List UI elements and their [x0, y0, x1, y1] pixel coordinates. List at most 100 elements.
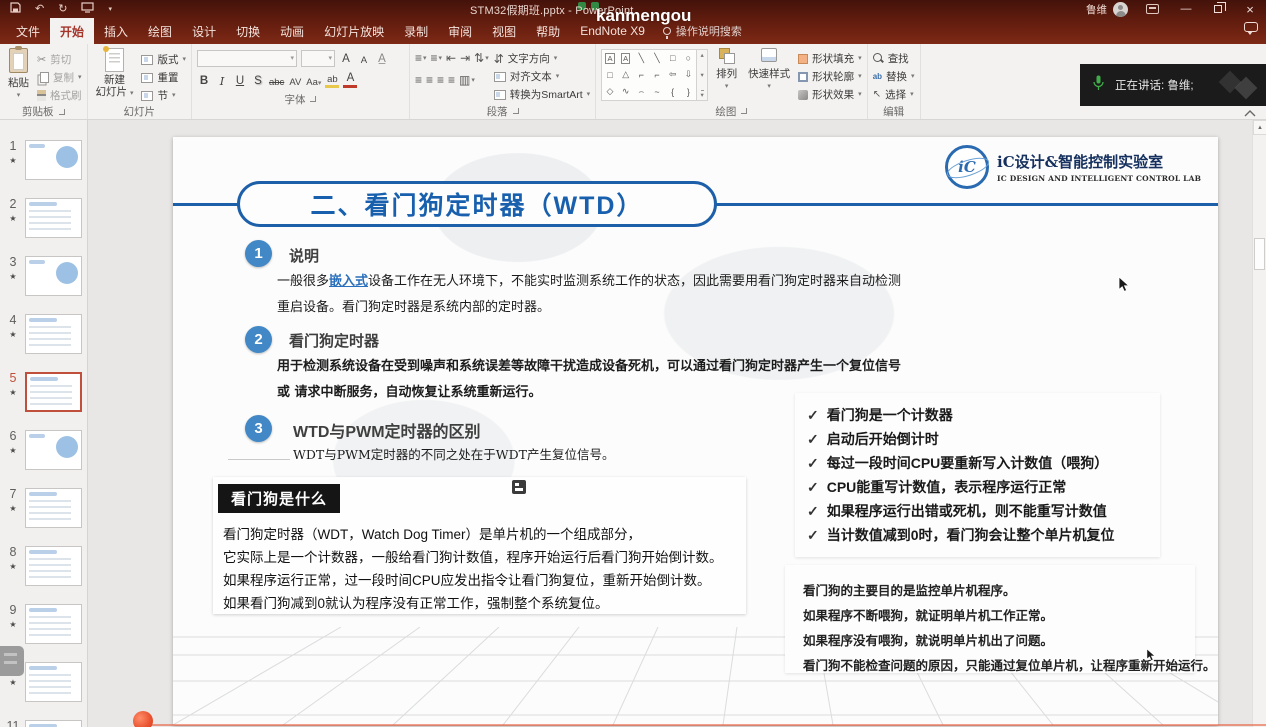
close-button[interactable]: ×	[1234, 0, 1266, 18]
arrange-button[interactable]: 排列 ▾	[713, 47, 740, 103]
format-painter-button[interactable]: 格式刷	[37, 87, 82, 104]
gallery-up-icon[interactable]: ▴	[701, 51, 704, 59]
tab-view[interactable]: 视图	[482, 18, 526, 44]
thumbnail-item-7[interactable]: 7★	[0, 479, 87, 537]
grow-font-button[interactable]: A	[339, 50, 353, 66]
hyperlink-embedded[interactable]: 嵌入式	[329, 274, 368, 289]
qat-customize-icon[interactable]: ▾	[108, 6, 112, 13]
tab-help[interactable]: 帮助	[526, 18, 570, 44]
align-right-icon[interactable]: ≡	[437, 73, 444, 87]
character-spacing-button[interactable]: AV	[288, 72, 302, 88]
clear-formatting-button[interactable]: A̲	[375, 50, 389, 66]
redo-icon[interactable]: ↻	[58, 4, 67, 15]
shape-outline-button[interactable]: 形状轮廓▾	[798, 68, 862, 85]
tab-insert[interactable]: 插入	[94, 18, 138, 44]
justify-icon[interactable]: ≡	[448, 73, 455, 87]
tab-transitions[interactable]: 切换	[226, 18, 270, 44]
right-brace-shape-icon[interactable]: }	[687, 87, 690, 97]
line-arrow-shape-icon[interactable]: ╲	[654, 53, 659, 64]
elbow-connector-icon[interactable]: ⌐	[639, 70, 644, 80]
slide-thumbnail[interactable]	[25, 256, 82, 296]
freeform-shape-icon[interactable]: ◇	[607, 86, 614, 97]
comments-icon[interactable]	[1244, 22, 1258, 32]
replace-button[interactable]: ab替换▾	[873, 68, 915, 85]
avatar[interactable]	[1113, 2, 1128, 17]
slide-thumbnail[interactable]	[25, 198, 82, 238]
text-shadow-button[interactable]: S	[251, 72, 265, 88]
layout-button[interactable]: 版式▾	[141, 51, 186, 68]
select-button[interactable]: ↖选择▾	[873, 86, 915, 103]
cut-button[interactable]: ✂剪切	[37, 51, 82, 68]
left-brace-shape-icon[interactable]: {	[671, 87, 674, 97]
triangle-shape-icon[interactable]: △	[622, 69, 629, 80]
quick-styles-button[interactable]: 快速样式 ▾	[745, 47, 793, 103]
columns-icon[interactable]: ▥▾	[459, 73, 475, 87]
save-icon[interactable]	[10, 0, 21, 18]
thumbnail-item-9[interactable]: 9★	[0, 595, 87, 653]
dialog-launcher-icon[interactable]	[513, 108, 519, 114]
summary-text-box[interactable]: 看门狗的主要目的是监控单片机程序。 如果程序不断喂狗，就证明单片机工作正常。 如…	[785, 565, 1195, 673]
curve-shape-icon[interactable]: ~	[654, 87, 659, 97]
checklist-text-box[interactable]: ✓看门狗是一个计数器 ✓启动后开始倒计时 ✓每过一段时间CPU要重新写入计数值（…	[795, 393, 1160, 557]
thumbnail-item-5-selected[interactable]: 5★	[0, 363, 87, 421]
section-2-heading[interactable]: 看门狗定时器	[289, 330, 379, 351]
section-1-body[interactable]: 一般很多嵌入式设备工作在无人环境下，不能实时监测系统工作的状态，因此需要用看门狗…	[277, 269, 901, 321]
thumbnail-item-3[interactable]: 3★	[0, 247, 87, 305]
ribbon-display-options-button[interactable]	[1138, 0, 1170, 18]
underline-button[interactable]: U	[233, 72, 247, 88]
tab-draw[interactable]: 绘图	[138, 18, 182, 44]
shape-fill-button[interactable]: 形状填充▾	[798, 50, 862, 67]
bullets-icon[interactable]: ≡▾	[415, 51, 427, 65]
section-3-heading[interactable]: WTD与PWM定时器的区别	[293, 418, 481, 442]
thumbnail-item-11[interactable]: 11	[0, 711, 87, 727]
collapse-ribbon-icon[interactable]	[1243, 105, 1257, 123]
font-size-input[interactable]	[301, 50, 335, 67]
thumbnail-item-2[interactable]: 2★	[0, 189, 87, 247]
dialog-launcher-icon[interactable]	[59, 109, 65, 115]
slide-thumbnail[interactable]	[25, 314, 82, 354]
oval-shape-icon[interactable]: ○	[686, 53, 691, 63]
slide-thumbnail[interactable]	[25, 662, 82, 702]
copy-button[interactable]: 复制▾	[37, 69, 82, 86]
reset-button[interactable]: 重置	[141, 69, 186, 86]
shape-effects-button[interactable]: 形状效果▾	[798, 86, 862, 103]
arc-shape-icon[interactable]: ⌢	[638, 86, 644, 97]
change-case-button[interactable]: Aa▾	[306, 72, 321, 88]
arrow-down-shape-icon[interactable]: ⇩	[685, 69, 693, 80]
recorder-mini-widget[interactable]	[0, 646, 24, 676]
paste-button[interactable]: 粘贴 ▾	[5, 47, 32, 104]
slide-thumbnail[interactable]	[25, 546, 82, 586]
rounded-rectangle-shape-icon[interactable]: □	[607, 70, 612, 80]
highlight-color-button[interactable]: ab	[325, 72, 339, 88]
text-box-shape-icon[interactable]: A	[605, 53, 614, 64]
undo-icon[interactable]: ↶	[35, 4, 44, 15]
italic-button[interactable]: I	[215, 72, 229, 88]
text-direction-button[interactable]: ⇵文字方向▾	[494, 50, 590, 67]
tab-home[interactable]: 开始	[50, 18, 94, 44]
font-color-button[interactable]: A	[343, 72, 357, 88]
picture-placeholder-icon[interactable]	[512, 480, 526, 494]
shapes-gallery[interactable]: A A ╲ ╲ □ ○ □ △ ⌐ ⌐ ⇦ ⇩ ◇ ∿ ⌢ ~ {	[601, 49, 697, 101]
tab-file[interactable]: 文件	[6, 18, 50, 44]
section-3-body[interactable]: WDT与PWM定时器的不同之处在于WDT产生复位信号。	[293, 442, 614, 468]
restore-button[interactable]	[1202, 0, 1234, 18]
slide-title-box[interactable]: 二、看门狗定时器（WTD）	[237, 181, 717, 227]
tab-slideshow[interactable]: 幻灯片放映	[314, 18, 394, 44]
shrink-font-button[interactable]: A	[357, 50, 371, 66]
dialog-launcher-icon[interactable]	[741, 108, 747, 114]
strikethrough-button[interactable]: abc	[269, 72, 284, 88]
thumbnail-item-6[interactable]: 6★	[0, 421, 87, 479]
convert-smartart-button[interactable]: 转换为SmartArt▾	[494, 86, 590, 103]
thumbnail-item-4[interactable]: 4★	[0, 305, 87, 363]
bold-button[interactable]: B	[197, 72, 211, 88]
vertical-scrollbar[interactable]: ▲	[1252, 120, 1266, 727]
start-presentation-icon[interactable]	[81, 0, 94, 18]
tab-review[interactable]: 审阅	[438, 18, 482, 44]
gallery-down-icon[interactable]: ▾	[701, 71, 704, 79]
tab-animations[interactable]: 动画	[270, 18, 314, 44]
find-button[interactable]: 查找	[873, 50, 915, 67]
rectangle-shape-icon[interactable]: □	[670, 53, 675, 63]
elbow-connector-icon[interactable]: ⌐	[654, 70, 659, 80]
tab-record[interactable]: 录制	[394, 18, 438, 44]
thumbnail-item-1[interactable]: 1★	[0, 131, 87, 189]
